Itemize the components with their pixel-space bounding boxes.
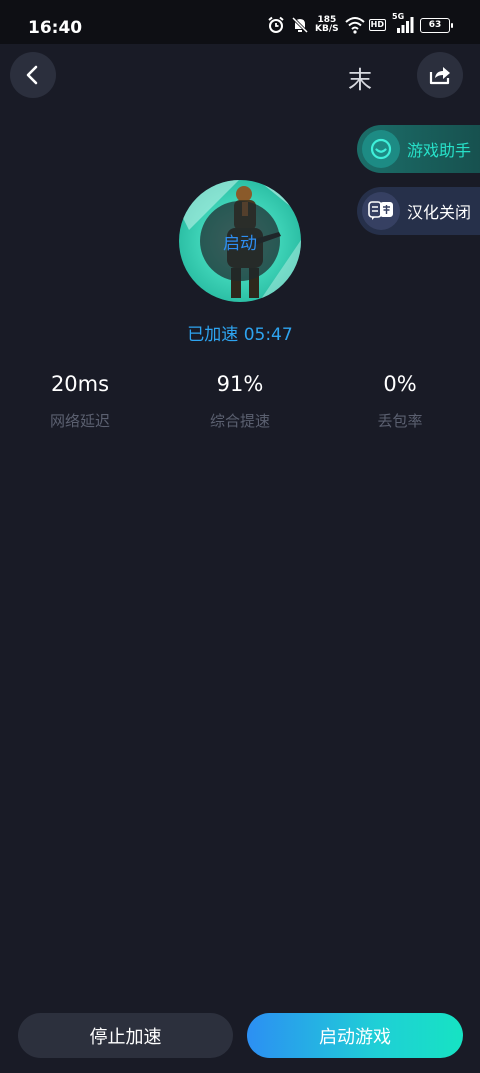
- assistant-icon: [362, 130, 400, 168]
- packet-loss-value: 0%: [383, 372, 417, 396]
- page-title: 末: [348, 66, 374, 94]
- hd-badge: HD: [368, 19, 386, 31]
- stop-acceleration-label: 停止加速: [89, 1026, 162, 1048]
- net-speed: 185 KB/S: [315, 16, 339, 34]
- share-button[interactable]: [417, 52, 463, 98]
- back-button[interactable]: [10, 52, 56, 98]
- stop-acceleration-button[interactable]: 停止加速: [18, 1013, 233, 1058]
- packet-loss-label: 丢包率: [377, 412, 423, 430]
- stat-overall-speedup: 91% 综合提速: [160, 370, 320, 431]
- launch-game-label: 启动游戏: [319, 1026, 391, 1048]
- stat-network-latency: 20ms 网络延迟: [0, 370, 160, 431]
- latency-value: 20ms: [50, 372, 110, 396]
- net-speed-unit: KB/S: [315, 24, 339, 34]
- latency-label: 网络延迟: [49, 412, 110, 430]
- translate-icon: [362, 192, 400, 230]
- battery-icon: 63: [420, 17, 453, 33]
- stat-packet-loss: 0% 丢包率: [320, 370, 480, 431]
- speedup-value: 91%: [216, 372, 264, 396]
- accelerator-screen: 16:40 185 KB/S HD 5G 63 末 游戏助手 汉化关闭 启动 已…: [0, 0, 480, 1073]
- mute-icon: [291, 16, 309, 34]
- wifi-icon: [344, 16, 365, 34]
- status-time: 16:40: [28, 18, 83, 38]
- launch-overlay[interactable]: 启动: [200, 201, 280, 281]
- signal-icon: 5G: [392, 12, 414, 34]
- chevron-left-icon: [26, 65, 38, 85]
- translation-label: 汉化关闭: [407, 203, 472, 222]
- game-assistant-label: 游戏助手: [407, 141, 472, 160]
- game-assistant-button[interactable]: 游戏助手: [357, 125, 480, 173]
- game-launch-circle[interactable]: 启动: [179, 180, 301, 302]
- alarm-icon: [267, 16, 285, 34]
- status-icons: 185 KB/S HD 5G 63: [267, 12, 453, 34]
- translation-toggle-button[interactable]: 汉化关闭: [357, 187, 480, 235]
- share-icon: [429, 67, 450, 85]
- launch-game-button[interactable]: 启动游戏: [247, 1013, 463, 1058]
- launch-label: 启动: [223, 233, 257, 254]
- speedup-label: 综合提速: [209, 412, 270, 430]
- status-bar: 16:40 185 KB/S HD 5G 63: [0, 0, 480, 44]
- acceleration-status: 已加速 05:47: [187, 325, 293, 345]
